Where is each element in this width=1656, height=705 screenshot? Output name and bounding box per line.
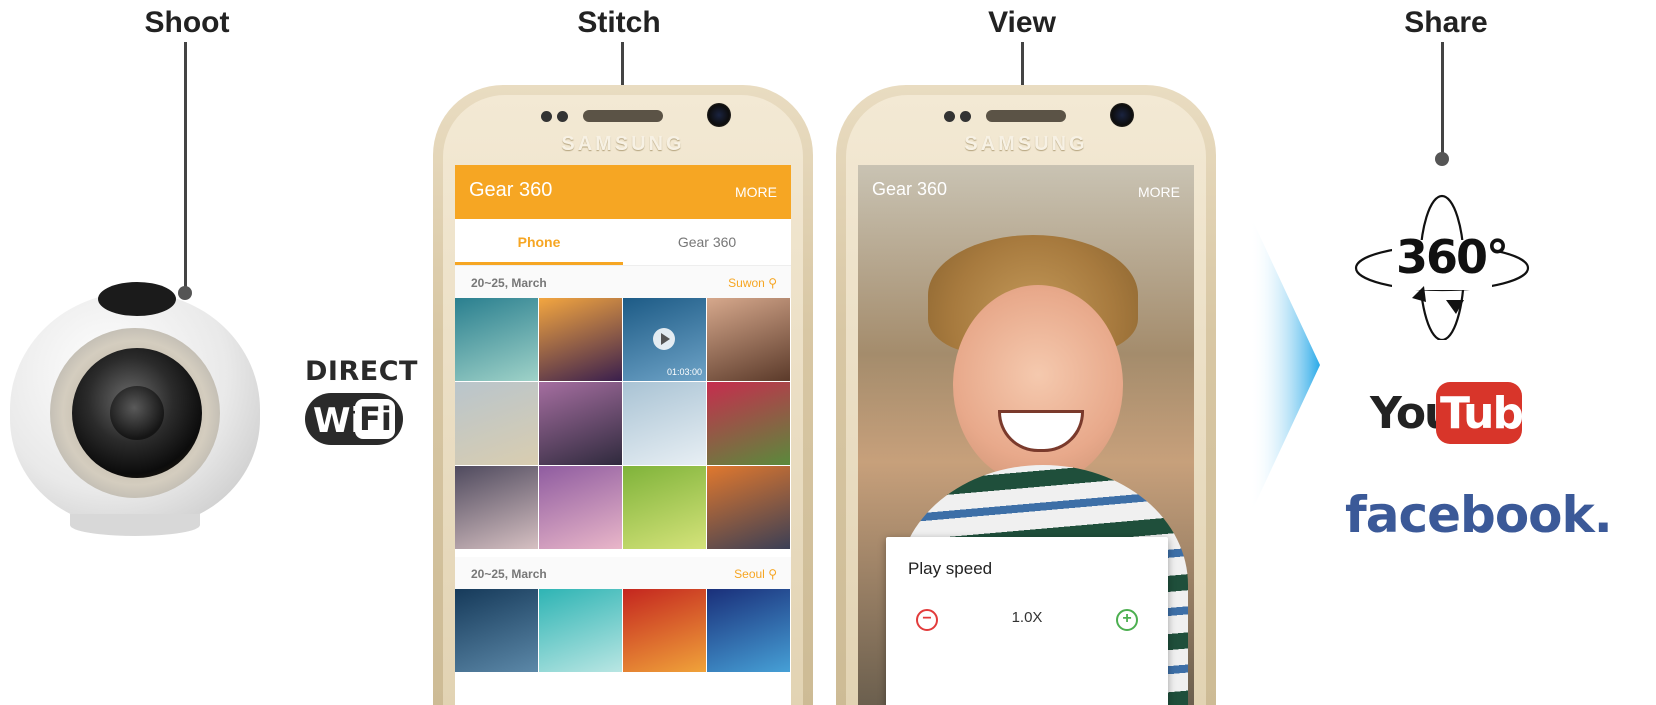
stage-label-share: Share xyxy=(1404,6,1488,39)
tab-gear-360[interactable]: Gear 360 xyxy=(623,219,791,265)
tab-active-indicator xyxy=(455,262,623,265)
proximity-sensor-icon xyxy=(944,111,955,122)
gallery-tabs: Phone Gear 360 xyxy=(455,219,791,266)
connector-line-share xyxy=(1441,42,1444,154)
camera-lens-center xyxy=(110,386,164,440)
thumbnail-mountain-sky[interactable] xyxy=(455,466,538,549)
stage-label-view: View xyxy=(988,6,1056,39)
logo-360-text: 360° xyxy=(1396,230,1509,284)
thumbnail-red-abstract[interactable] xyxy=(623,589,706,672)
gear-360-camera xyxy=(10,282,265,536)
camera-top xyxy=(98,282,176,316)
increase-speed-button[interactable]: + xyxy=(1116,609,1138,631)
video-duration: 01:03:00 xyxy=(666,367,702,377)
thumbnail-teal-waves[interactable] xyxy=(539,589,622,672)
thumbnail-pier-sunset[interactable] xyxy=(539,298,622,381)
wifi-badge: Wi Fi xyxy=(305,393,403,445)
viewer-app-title: Gear 360 xyxy=(872,179,948,199)
flow-arrow-icon xyxy=(1250,215,1320,515)
section-location: Suwon ⚲ xyxy=(728,276,777,290)
thumbnail-yoga-sunset[interactable] xyxy=(539,382,622,465)
thumbnail-beach-horizon[interactable] xyxy=(455,382,538,465)
thumbnail-blue-abstract[interactable] xyxy=(707,589,790,672)
thumbnail-grid: 01:03:00 xyxy=(455,298,791,549)
light-sensor-icon xyxy=(557,111,568,122)
gallery-more-button[interactable]: MORE xyxy=(735,184,777,200)
phone-brand-logo: SAMSUNG xyxy=(561,133,685,155)
stage-label-shoot: Shoot xyxy=(144,6,230,39)
front-camera-icon xyxy=(707,103,731,127)
connector-line-shoot xyxy=(184,42,187,290)
stage-label-stitch: Stitch xyxy=(577,6,661,39)
phone-brand-logo: SAMSUNG xyxy=(964,133,1088,155)
facebook-logo[interactable]: facebook. xyxy=(1345,486,1613,544)
earpiece-speaker xyxy=(583,110,663,122)
section-location: Seoul ⚲ xyxy=(734,567,777,581)
gallery-app-bar: Gear 360 MORE xyxy=(455,165,791,219)
share-360-logo: 360° xyxy=(1352,190,1532,342)
connector-dot-share xyxy=(1435,152,1449,166)
gallery-section-header: 20~25, March Suwon ⚲ xyxy=(455,266,791,298)
location-pin-icon: ⚲ xyxy=(768,567,777,581)
location-pin-icon: ⚲ xyxy=(768,276,777,290)
earpiece-speaker xyxy=(986,110,1066,122)
youtube-tube-text: Tube xyxy=(1440,388,1552,439)
front-camera-icon xyxy=(1110,103,1134,127)
play-speed-dialog: Play speed − 1.0X + xyxy=(886,537,1168,705)
thumbnail-sea-sunset[interactable] xyxy=(707,466,790,549)
viewer-more-button[interactable]: MORE xyxy=(1138,184,1180,200)
thumbnail-pink-flower[interactable] xyxy=(707,382,790,465)
thumbnail-woman-portrait[interactable] xyxy=(707,298,790,381)
thumbnail-blue-drops[interactable] xyxy=(455,589,538,672)
thumbnail-green-blur[interactable] xyxy=(623,466,706,549)
camera-base xyxy=(70,514,200,536)
thumbnail-grid xyxy=(455,589,791,672)
thumbnail-raindrops-video[interactable]: 01:03:00 xyxy=(623,298,706,381)
thumbnail-purple-flowers[interactable] xyxy=(539,466,622,549)
thumbnail-ocean-water[interactable] xyxy=(455,298,538,381)
phone-viewer: SAMSUNG Gear 360 MORE Play speed − 1.0X … xyxy=(836,85,1216,705)
play-speed-title: Play speed xyxy=(908,559,993,578)
gallery-screen: Gear 360 MORE Phone Gear 360 20~25, Marc… xyxy=(455,165,791,705)
thumbnail-frost-pattern[interactable] xyxy=(623,382,706,465)
proximity-sensor-icon xyxy=(541,111,552,122)
light-sensor-icon xyxy=(960,111,971,122)
fi-box: Fi xyxy=(355,399,395,439)
section-date: 20~25, March xyxy=(471,276,547,290)
fi-label: Fi xyxy=(359,400,392,438)
gallery-section-header: 20~25, March Seoul ⚲ xyxy=(455,557,791,589)
direct-label: DIRECT xyxy=(305,356,418,387)
phone-gallery: SAMSUNG Gear 360 MORE Phone Gear 360 20~… xyxy=(433,85,813,705)
gallery-app-title: Gear 360 xyxy=(469,179,553,201)
play-icon xyxy=(653,328,675,350)
photo-face xyxy=(953,285,1123,485)
tab-phone[interactable]: Phone xyxy=(455,219,623,265)
viewer-screen: Gear 360 MORE Play speed − 1.0X + xyxy=(858,165,1194,705)
youtube-logo[interactable]: You Tube xyxy=(1370,382,1552,452)
direct-wifi-logo: DIRECT Wi Fi xyxy=(305,356,418,476)
section-date: 20~25, March xyxy=(471,567,547,581)
